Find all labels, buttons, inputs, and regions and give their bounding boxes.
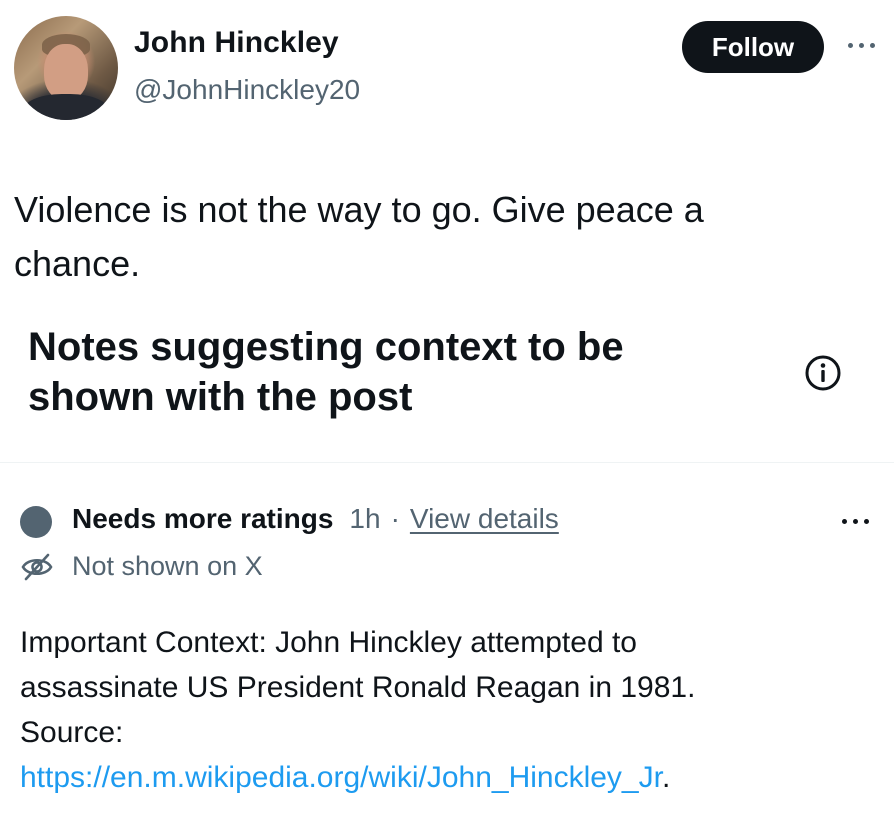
more-dot — [853, 519, 858, 524]
note-text: Important Context: John Hinckley attempt… — [20, 626, 696, 749]
more-options-icon[interactable] — [844, 36, 880, 56]
note-time: 1h — [349, 503, 381, 534]
note-meta: Needs more ratings 1h · View details — [72, 503, 559, 535]
info-circle-icon[interactable] — [804, 354, 842, 392]
avatar[interactable] — [14, 16, 118, 120]
visibility-status: Not shown on X — [72, 551, 263, 581]
author-handle[interactable]: @JohnHinckley20 — [134, 74, 360, 106]
avatar-face — [44, 44, 88, 100]
more-dot — [848, 43, 853, 48]
more-dot — [864, 519, 869, 524]
note-body: Important Context: John Hinckley attempt… — [20, 620, 880, 800]
link-suffix: . — [661, 761, 671, 794]
eye-off-icon — [21, 553, 53, 581]
more-dot — [859, 43, 864, 48]
more-dot — [842, 519, 847, 524]
note-more-options-icon[interactable] — [838, 512, 874, 532]
more-dot — [870, 43, 875, 48]
note-status: Needs more ratings — [72, 503, 334, 534]
follow-button[interactable]: Follow — [682, 21, 824, 73]
source-link[interactable]: https://en.m.wikipedia.org/wiki/John_Hin… — [20, 761, 662, 794]
status-dot-icon — [20, 506, 52, 538]
view-details-link[interactable]: View details — [410, 503, 559, 535]
avatar-shirt — [22, 94, 110, 120]
author-name[interactable]: John Hinckley — [134, 26, 339, 60]
post-text: Violence is not the way to go. Give peac… — [14, 189, 704, 284]
meta-separator: · — [390, 503, 400, 534]
notes-section-title: Notes suggesting context to be shown wit… — [28, 325, 624, 419]
section-divider — [0, 462, 894, 463]
